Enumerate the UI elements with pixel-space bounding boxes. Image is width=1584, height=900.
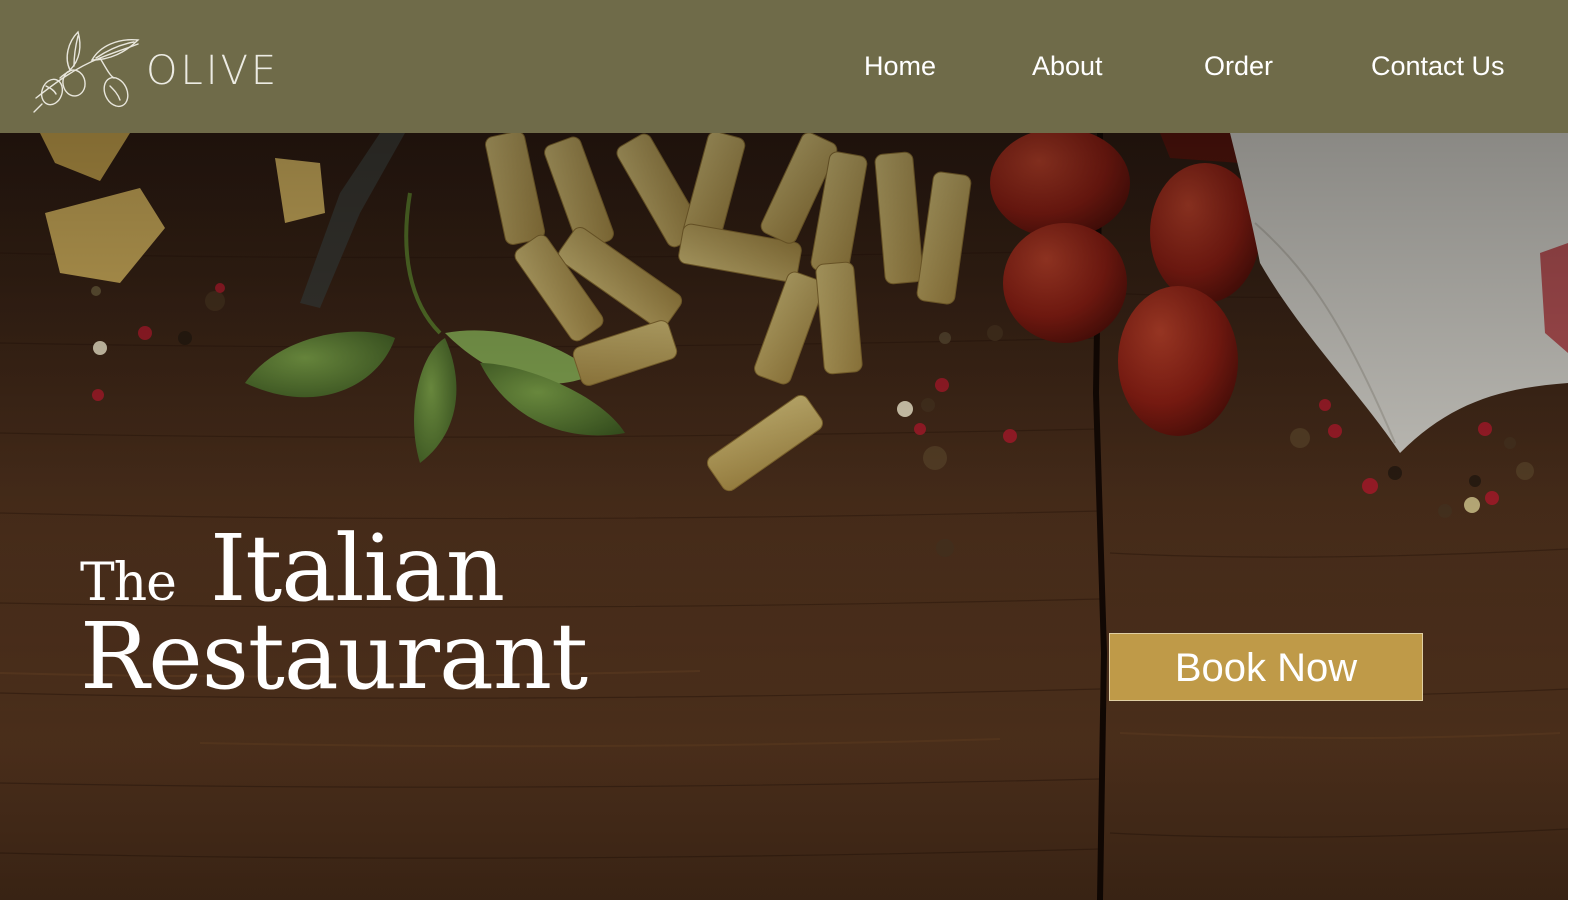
hero-title-line2: Restaurant [80,603,588,710]
hero-title-line1: The Italian [80,515,587,622]
nav-order-link[interactable]: Order [1204,48,1273,84]
page: OLIVE Home About Order Contact Us The It… [0,0,1584,900]
site-header: OLIVE Home About Order Contact Us [0,0,1568,133]
book-now-button[interactable]: Book Now [1109,633,1423,701]
right-gutter [1568,0,1584,900]
nav-about-link[interactable]: About [1032,48,1103,84]
hero-title: The Italian Restaurant [80,515,588,710]
main-nav: Home About Order Contact Us [0,48,1568,88]
nav-contact-us-link[interactable]: Contact Us [1371,48,1505,84]
nav-home-link[interactable]: Home [864,48,936,84]
